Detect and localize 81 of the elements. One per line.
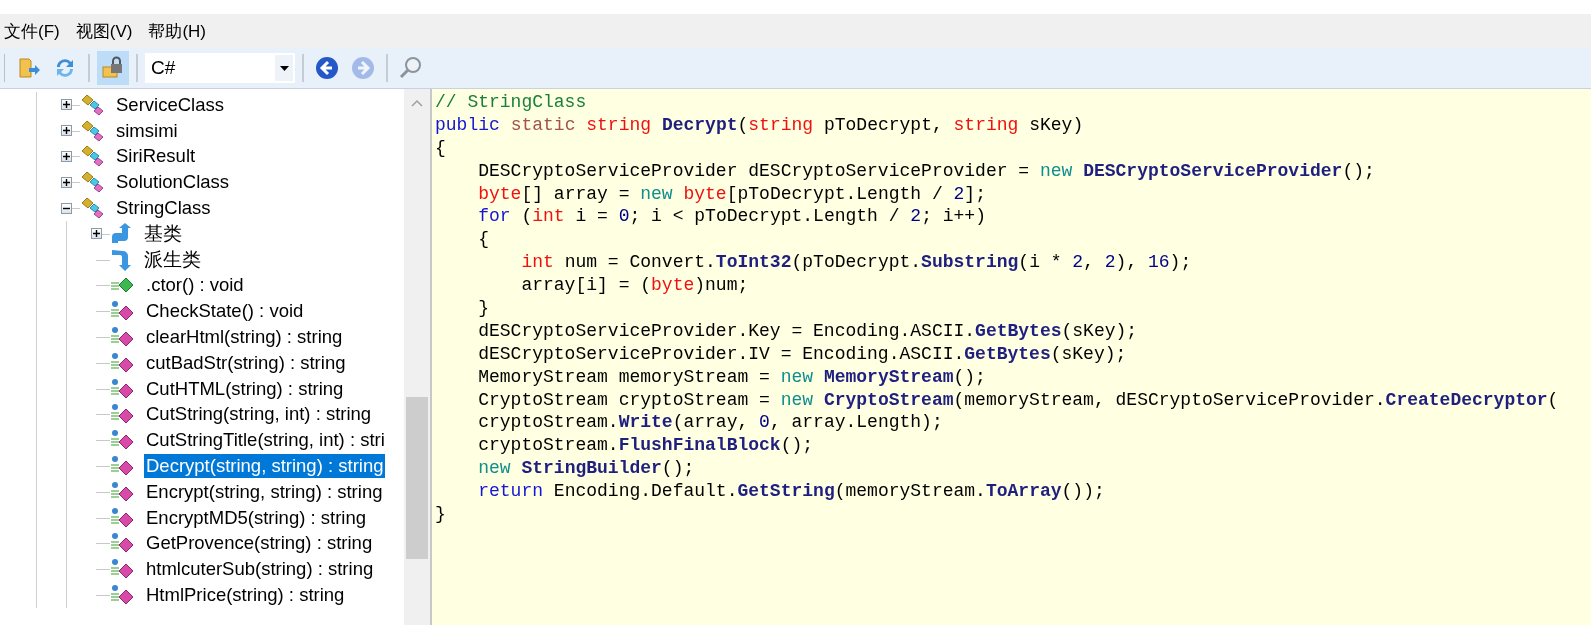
method-icon: [110, 351, 134, 374]
plus-icon: [92, 230, 100, 238]
code-line: cryptoStream.Write(array, 0, array.Length);: [477, 411, 944, 435]
code-line: new StringBuilder();: [477, 457, 696, 481]
expand-button[interactable]: [60, 99, 72, 111]
method-icon: [110, 480, 134, 503]
code-line: byte[] array = new byte[pToDecrypt.Length / 2];: [477, 182, 987, 206]
class-icon: [80, 197, 104, 220]
method-icon: [110, 584, 134, 607]
lock-icon: [101, 56, 125, 80]
tree-item[interactable]: ServiceClass: [114, 92, 226, 117]
code-line: dESCryptoServiceProvider.Key = Encoding.ASCII.GetBytes(sKey);: [477, 319, 1139, 343]
expand-button[interactable]: [60, 151, 72, 162]
menu-item[interactable]: 文件(F): [2, 17, 68, 45]
class-icon: [80, 145, 104, 168]
expand-button[interactable]: [60, 176, 72, 188]
code-line: DESCryptoServiceProvider dESCryptoServiceProvider = new DESCryptoServiceProvider();: [477, 159, 1376, 183]
tree-item[interactable]: cutBadStr(string) : string: [144, 350, 348, 375]
caret-icon: [279, 65, 289, 71]
method-icon: [110, 506, 134, 529]
method-icon: [110, 532, 134, 555]
class-icon: [80, 93, 104, 116]
expand-button[interactable]: [60, 125, 72, 137]
language-dropdown[interactable]: C#: [145, 53, 295, 83]
code-line: CryptoStream cryptoStream = new CryptoStream(memoryStream, dESCryptoServiceProvider.CreateDecryptor(: [477, 388, 1560, 412]
code-line: {: [435, 136, 447, 160]
plus-icon: [62, 101, 70, 109]
tree-item[interactable]: 派生类: [142, 246, 203, 274]
plus-icon: [62, 153, 70, 160]
lock-button[interactable]: [97, 51, 129, 85]
method-icon: [110, 377, 134, 400]
method-icon: [110, 326, 134, 349]
tree-item[interactable]: .ctor() : void: [144, 273, 246, 298]
tree-item[interactable]: CutStringTitle(string, int) : stri: [144, 428, 387, 453]
tree-item[interactable]: GetProvence(string) : string: [144, 531, 375, 556]
method-icon: [110, 300, 134, 323]
tree-item[interactable]: clearHtml(string) : string: [144, 325, 345, 350]
scrollbar[interactable]: [404, 89, 430, 625]
code-line: {: [477, 228, 490, 252]
tree-item[interactable]: HtmlPrice(string) : string: [144, 583, 347, 608]
expand-button[interactable]: [90, 228, 102, 240]
open-folder-icon: [17, 56, 41, 80]
plus-icon: [62, 127, 70, 135]
code-line: array[i] = (byte)num;: [520, 274, 750, 297]
code-line: dESCryptoServiceProvider.IV = Encoding.ASCII.GetBytes(sKey);: [477, 342, 1128, 366]
chevron-up-icon: [411, 99, 423, 107]
code-line: int num = Convert.ToInt32(pToDecrypt.Substring(i * 2, 2), 16);: [520, 251, 1193, 275]
class-icon: [80, 119, 104, 142]
menu-item[interactable]: 帮助(H): [146, 17, 214, 45]
code-line: }: [477, 297, 490, 320]
method-icon: [110, 429, 134, 452]
tree-item[interactable]: StringClass: [114, 196, 213, 221]
tree-item[interactable]: htmlcuterSub(string) : string: [144, 557, 376, 582]
code-line: MemoryStream memoryStream = new MemoryStream();: [477, 365, 987, 389]
code-line: }: [435, 503, 447, 526]
menu-item[interactable]: 视图(V): [73, 17, 141, 45]
method-icon: [110, 558, 134, 581]
tree-item[interactable]: CutHTML(string) : string: [144, 376, 346, 401]
tree-item[interactable]: CheckState() : void: [144, 299, 306, 324]
code-line: return Encoding.Default.GetString(memoryStream.ToArray());: [477, 480, 1106, 504]
code-line: // StringClass: [435, 91, 588, 114]
plus-icon: [62, 178, 70, 186]
collapse-button[interactable]: [60, 202, 72, 214]
tree-item[interactable]: SiriResult: [114, 144, 198, 169]
method-icon: [110, 455, 134, 478]
tree-item[interactable]: EncryptMD5(string) : string: [144, 505, 368, 530]
search-icon: [399, 56, 423, 80]
class-icon: [80, 171, 104, 194]
tree-item[interactable]: 基类: [142, 220, 184, 248]
down-arrow-icon: [110, 248, 132, 271]
tree-item[interactable]: SolutionClass: [114, 170, 232, 195]
up-arrow-icon: [110, 222, 132, 245]
code-line: cryptoStream.FlushFinalBlock();: [477, 434, 815, 458]
tree-item[interactable]: Decrypt(string, string) : string: [144, 454, 386, 479]
method-icon: [110, 403, 134, 426]
scrollbar-thumb[interactable]: [406, 397, 428, 559]
tree-item[interactable]: simsimi: [114, 118, 180, 143]
code-line: for (int i = 0; i < pToDecrypt.Length / 2; i++): [477, 205, 987, 229]
code-line: public static string Decrypt(string pToDecrypt, string sKey): [435, 113, 1085, 137]
tree-item[interactable]: CutString(string, int) : string: [144, 402, 374, 427]
tree-item[interactable]: Encrypt(string, string) : string: [144, 479, 385, 504]
